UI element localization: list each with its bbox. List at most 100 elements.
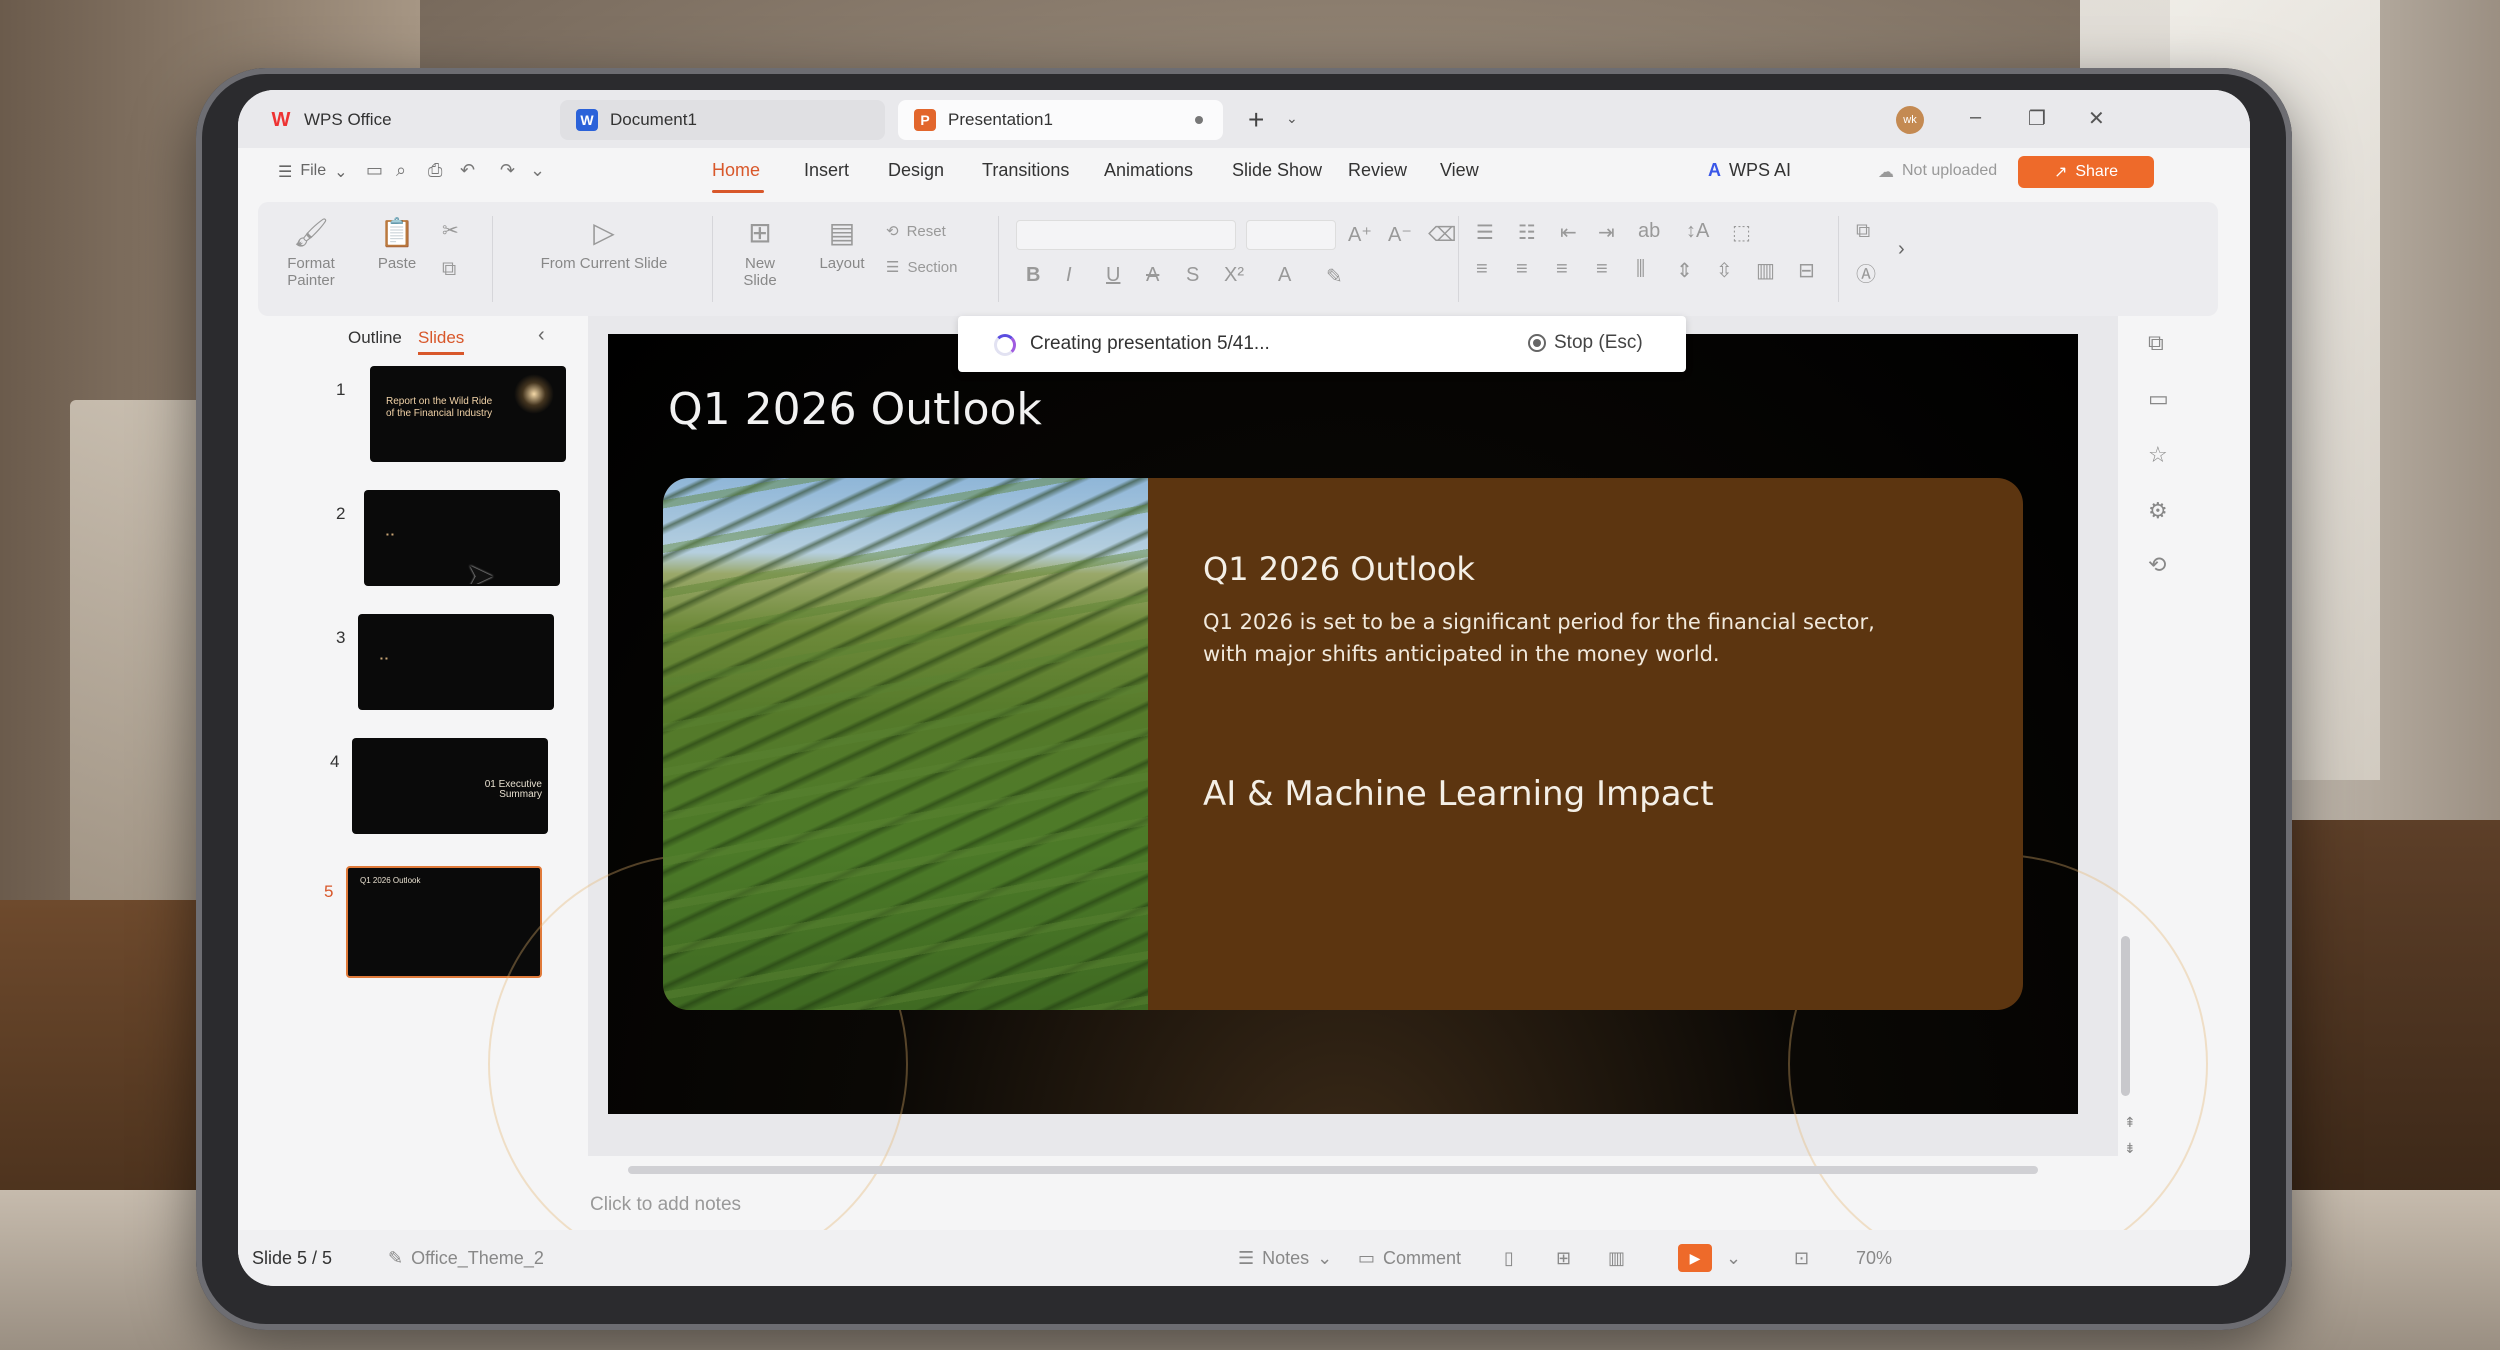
tab-review[interactable]: Review: [1348, 160, 1407, 181]
tab-design[interactable]: Design: [888, 160, 944, 181]
slide-title[interactable]: Q1 2026 Outlook: [668, 384, 1042, 435]
italic-icon[interactable]: I: [1066, 264, 1072, 287]
underline-icon[interactable]: U: [1106, 264, 1120, 287]
shadow-icon[interactable]: S: [1186, 264, 1199, 287]
textbox-icon[interactable]: Ⓐ: [1856, 258, 1876, 287]
convert-shape-icon[interactable]: ⬚: [1732, 220, 1751, 245]
increase-indent-icon[interactable]: ⇥: [1598, 220, 1615, 245]
play-slideshow-button[interactable]: ▶: [1678, 1244, 1712, 1272]
reading-view-icon[interactable]: ▥: [1608, 1248, 1625, 1269]
next-slide-icon[interactable]: ⇟: [2124, 1140, 2136, 1157]
section-button[interactable]: ☰ Section: [886, 258, 958, 277]
line-spacing-icon[interactable]: ⇕: [1676, 258, 1693, 283]
text-spacing-icon[interactable]: ab: [1638, 220, 1660, 243]
font-size-select[interactable]: [1246, 220, 1336, 250]
ribbon-more-icon[interactable]: ›: [1898, 238, 1905, 261]
slide-library-icon[interactable]: ⧉: [2148, 330, 2164, 356]
bullet-list-icon[interactable]: ☰: [1476, 220, 1494, 245]
tab-home[interactable]: Home: [712, 160, 760, 181]
redo-icon[interactable]: ↷: [500, 160, 515, 181]
layout-button[interactable]: ▤ Layout: [810, 216, 874, 272]
star-icon[interactable]: ☆: [2148, 442, 2168, 468]
tea-plantation-image[interactable]: [663, 478, 1148, 1010]
numbered-list-icon[interactable]: ☷: [1518, 220, 1536, 245]
search-icon[interactable]: ⌕: [396, 160, 406, 181]
decrease-font-icon[interactable]: A⁻: [1388, 222, 1412, 247]
notes-field[interactable]: Click to add notes: [590, 1194, 741, 1216]
card-body-text[interactable]: Q1 2026 is set to be a significant perio…: [1203, 606, 1923, 670]
upload-status[interactable]: ☁ Not uploaded: [1878, 162, 1997, 182]
theme-indicator[interactable]: ✎ Office_Theme_2: [388, 1248, 544, 1269]
increase-font-icon[interactable]: A⁺: [1348, 222, 1372, 247]
chevron-down-icon[interactable]: ⌄: [1286, 110, 1298, 127]
text-align-icon[interactable]: ⊟: [1798, 258, 1815, 283]
card-subheading[interactable]: AI & Machine Learning Impact: [1203, 774, 1714, 814]
copy-icon[interactable]: ⧉: [442, 258, 456, 281]
restore-icon[interactable]: ❐: [2028, 106, 2046, 131]
fit-window-icon[interactable]: ⊡: [1794, 1248, 1809, 1269]
font-family-select[interactable]: [1016, 220, 1236, 250]
wps-ai-button[interactable]: A WPS AI: [1708, 160, 1791, 181]
chevron-down-icon[interactable]: ⌄: [530, 160, 545, 181]
tab-wps-office[interactable]: W WPS Office: [254, 100, 414, 140]
slide-thumbnail-1[interactable]: Report on the Wild Ride of the Financial…: [370, 366, 566, 462]
tab-outline[interactable]: Outline: [348, 328, 402, 348]
file-menu[interactable]: ☰ File ⌄: [278, 162, 348, 182]
font-color-icon[interactable]: A: [1278, 264, 1291, 287]
chevron-down-icon[interactable]: ⌄: [1726, 1248, 1741, 1269]
avatar[interactable]: wk: [1896, 106, 1924, 134]
highlight-icon[interactable]: ✎: [1326, 264, 1343, 289]
align-right-icon[interactable]: ≡: [1556, 258, 1568, 281]
from-current-slide-button[interactable]: ▷ From Current Slide: [514, 216, 694, 272]
decrease-indent-icon[interactable]: ⇤: [1560, 220, 1577, 245]
column-icon[interactable]: ▥: [1756, 258, 1775, 283]
clear-format-icon[interactable]: ⌫: [1428, 222, 1456, 247]
print-icon[interactable]: ⎙: [428, 160, 442, 181]
unsaved-dot-icon[interactable]: [1195, 116, 1203, 124]
tab-document1[interactable]: W Document1: [560, 100, 885, 140]
normal-view-icon[interactable]: ▯: [1504, 1248, 1514, 1269]
tab-slide-show[interactable]: Slide Show: [1232, 160, 1322, 181]
scrollbar-thumb[interactable]: [2121, 936, 2130, 1096]
vertical-scrollbar[interactable]: [2118, 316, 2134, 1156]
history-icon[interactable]: ⟲: [2148, 552, 2166, 578]
align-center-icon[interactable]: ≡: [1516, 258, 1528, 281]
slide-thumbnail-2[interactable]: ▪ ▪ ➤: [364, 490, 560, 586]
superscript-icon[interactable]: X²: [1224, 264, 1244, 287]
paragraph-spacing-icon[interactable]: ⇳: [1716, 258, 1733, 283]
notes-button[interactable]: ☰ Notes ⌄: [1238, 1248, 1332, 1269]
comment-icon[interactable]: ▭: [2148, 386, 2169, 412]
new-slide-button[interactable]: ⊞ New Slide: [728, 216, 792, 289]
text-direction-icon[interactable]: ↕A: [1686, 220, 1709, 243]
zoom-level[interactable]: 70%: [1856, 1248, 1892, 1269]
new-tab-icon[interactable]: +: [1248, 104, 1264, 136]
close-icon[interactable]: ✕: [2088, 106, 2105, 131]
horizontal-scrollbar[interactable]: [608, 1162, 2078, 1176]
collapse-panel-icon[interactable]: ‹: [538, 324, 545, 347]
paste-button[interactable]: 📋 Paste: [362, 216, 432, 272]
content-card[interactable]: Q1 2026 Outlook Q1 2026 is set to be a s…: [663, 478, 2023, 1010]
properties-icon[interactable]: ⚙: [2148, 498, 2168, 524]
tab-view[interactable]: View: [1440, 160, 1479, 181]
save-icon[interactable]: ▭: [366, 160, 383, 181]
prev-slide-icon[interactable]: ⇞: [2124, 1114, 2136, 1131]
slide-thumbnail-3[interactable]: ▪ ▪: [358, 614, 554, 710]
slide-thumbnail-5[interactable]: Q1 2026 Outlook: [346, 866, 542, 978]
slide-thumbnail-4[interactable]: 01 Executive Summary: [352, 738, 548, 834]
justify-icon[interactable]: ≡: [1596, 258, 1608, 281]
bold-icon[interactable]: B: [1026, 264, 1040, 287]
tab-animations[interactable]: Animations: [1104, 160, 1193, 181]
cut-icon[interactable]: ✂: [442, 218, 459, 243]
align-left-icon[interactable]: ≡: [1476, 258, 1488, 281]
minimize-icon[interactable]: –: [1970, 106, 1981, 129]
format-painter-button[interactable]: 🖌 Format Painter: [276, 216, 346, 289]
reset-button[interactable]: ⟲ Reset: [886, 222, 946, 241]
tab-transitions[interactable]: Transitions: [982, 160, 1069, 181]
distribute-icon[interactable]: ⫼: [1636, 258, 1645, 281]
share-button[interactable]: ↗ Share: [2018, 156, 2154, 188]
sorter-view-icon[interactable]: ⊞: [1556, 1248, 1571, 1269]
undo-icon[interactable]: ↶: [460, 160, 475, 181]
card-heading[interactable]: Q1 2026 Outlook: [1203, 550, 1475, 588]
scrollbar-thumb[interactable]: [628, 1166, 2038, 1174]
strikethrough-icon[interactable]: A: [1146, 264, 1159, 287]
